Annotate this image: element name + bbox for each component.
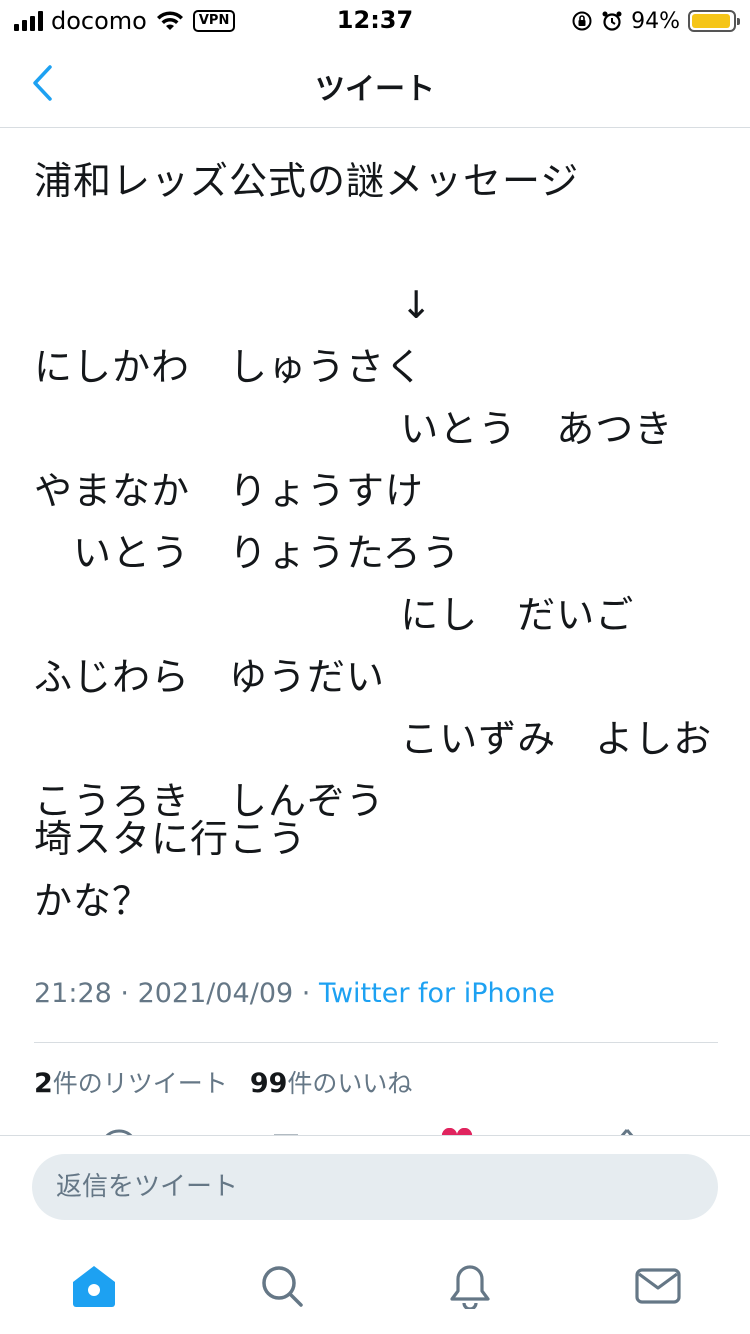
tweet-text-closing: 埼スタに行こう かな？ (34, 817, 308, 923)
divider (34, 1042, 718, 1043)
likes-stat[interactable]: 99件のいいね (249, 1068, 413, 1099)
nav-bar: ツイート (0, 40, 750, 128)
meta-separator: · (111, 978, 138, 1009)
meta-separator: · (293, 978, 319, 1009)
battery-fill (692, 14, 730, 28)
likes-count: 99 (249, 1068, 288, 1099)
likes-label: 件のいいね (287, 1069, 413, 1098)
tweet-date: 2021/04/09 (137, 978, 294, 1009)
tab-search[interactable] (258, 1262, 306, 1310)
tweet-stats: 2件のリツイート 99件のいいね (34, 1064, 412, 1100)
status-bar: docomo VPN 12:37 94% (0, 0, 750, 40)
messages-icon (635, 1268, 681, 1304)
tab-notifications[interactable] (446, 1262, 494, 1310)
tweet-client-link[interactable]: Twitter for iPhone (319, 978, 555, 1009)
page-title: ツイート (315, 72, 435, 107)
status-right: 94% (571, 6, 740, 36)
battery-icon (688, 10, 740, 32)
retweets-stat[interactable]: 2件のリツイート (34, 1068, 228, 1099)
notifications-icon (450, 1265, 490, 1309)
battery-percent: 94% (631, 8, 680, 34)
tab-home[interactable] (70, 1262, 118, 1310)
tab-messages[interactable] (634, 1262, 682, 1310)
tweet-text: 浦和レッズ公式の謎メッセージ ↓ にしかわ しゅうさく いとう あつき やまなか… (34, 159, 713, 823)
tweet-meta: 21:28 · 2021/04/09 · Twitter for iPhone (34, 978, 555, 1009)
retweets-label: 件のリツイート (52, 1069, 228, 1098)
reply-input[interactable]: 返信をツイート (32, 1154, 718, 1220)
home-icon (73, 1266, 115, 1307)
alarm-icon (602, 11, 622, 31)
orientation-lock-icon (572, 11, 592, 31)
retweets-count: 2 (34, 1068, 53, 1099)
tweet-time: 21:28 (34, 978, 112, 1009)
search-icon (262, 1266, 303, 1307)
